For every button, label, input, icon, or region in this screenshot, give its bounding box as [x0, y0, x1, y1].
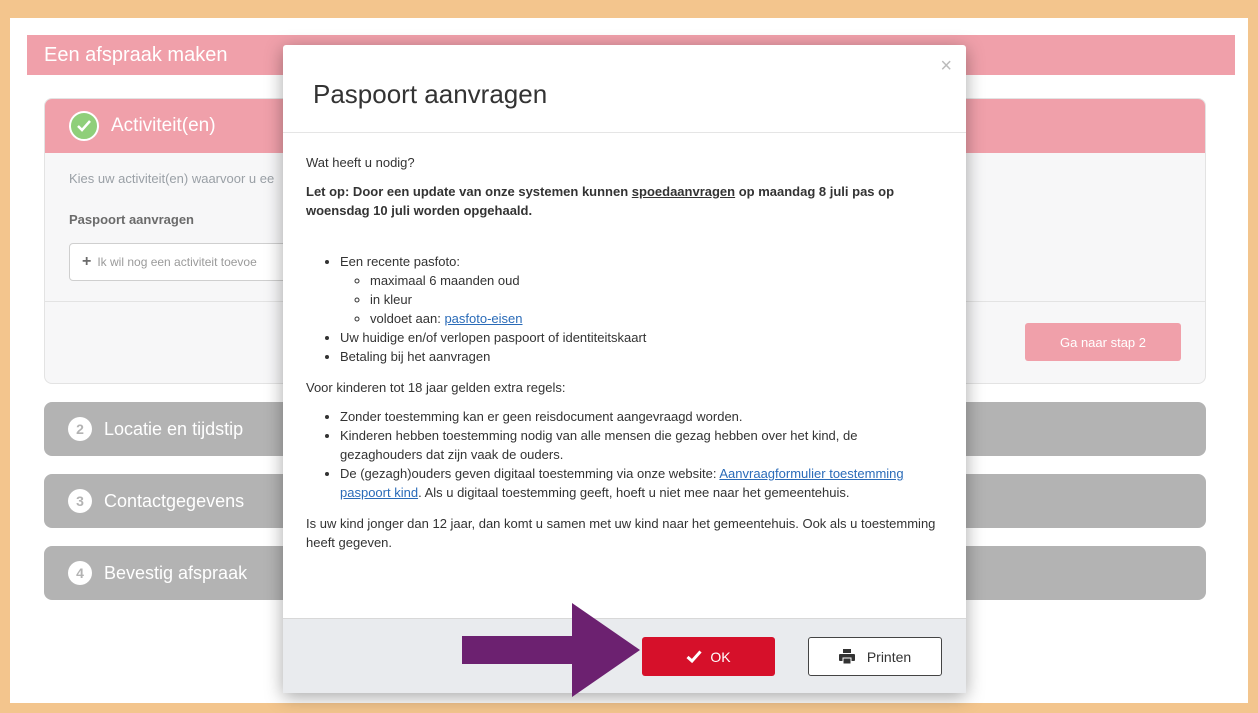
- list-item: in kleur: [370, 290, 943, 309]
- step-label: Bevestig afspraak: [104, 562, 248, 583]
- notice-text: Let op: Door een update van onze systeme…: [306, 184, 895, 218]
- close-icon[interactable]: ×: [940, 55, 952, 78]
- step-label: Contactgegevens: [104, 490, 245, 511]
- step-number: 4: [68, 561, 92, 585]
- list-item: Zonder toestemming kan er geen reisdocum…: [340, 407, 943, 426]
- children-rules-list: Zonder toestemming kan er geen reisdocum…: [340, 407, 943, 502]
- list-item: Kinderen hebben toestemming nodig van al…: [340, 426, 943, 464]
- photo-requirements-link[interactable]: pasfoto-eisen: [444, 311, 522, 326]
- list-item: voldoet aan: pasfoto-eisen: [370, 309, 943, 328]
- list-item: maximaal 6 maanden oud: [370, 271, 943, 290]
- children-intro: Voor kinderen tot 18 jaar gelden extra r…: [306, 380, 566, 395]
- print-label: Printen: [866, 648, 912, 665]
- next-step-button[interactable]: Ga naar stap 2: [1025, 323, 1181, 361]
- step-number: 3: [68, 489, 92, 513]
- printer-icon: [838, 649, 855, 664]
- requirements-list: Een recente pasfoto: maximaal 6 maanden …: [340, 252, 943, 366]
- add-activity-label: Ik wil nog een activiteit toevoe: [97, 255, 257, 269]
- checkmark-icon: [686, 650, 702, 663]
- arrow-pointer-icon: [462, 603, 640, 697]
- intro-text: Wat heeft u nodig?: [306, 155, 415, 170]
- step-label: Locatie en tijdstip: [104, 418, 244, 439]
- closing-text: Is uw kind jonger dan 12 jaar, dan komt …: [306, 516, 936, 550]
- list-item: De (gezagh)ouders geven digitaal toestem…: [340, 464, 943, 502]
- list-item: Betaling bij het aanvragen: [340, 347, 943, 366]
- ok-button[interactable]: OK: [642, 637, 775, 676]
- modal-title: Paspoort aanvragen: [313, 79, 548, 109]
- step-number: 2: [68, 417, 92, 441]
- modal-header: Paspoort aanvragen ×: [283, 45, 966, 133]
- passport-modal: Paspoort aanvragen × Wat heeft u nodig? …: [283, 45, 966, 693]
- plus-icon: +: [82, 253, 92, 270]
- modal-body: Wat heeft u nodig? Let op: Door een upda…: [283, 133, 966, 552]
- list-item: Een recente pasfoto: maximaal 6 maanden …: [340, 252, 943, 328]
- list-item: Uw huidige en/of verlopen paspoort of id…: [340, 328, 943, 347]
- ok-label: OK: [710, 648, 731, 665]
- check-circle-icon: [69, 111, 99, 141]
- print-button[interactable]: Printen: [808, 637, 942, 676]
- step-1-title: Activiteit(en): [111, 115, 216, 136]
- urgent-requests-link[interactable]: spoedaanvragen: [632, 184, 735, 199]
